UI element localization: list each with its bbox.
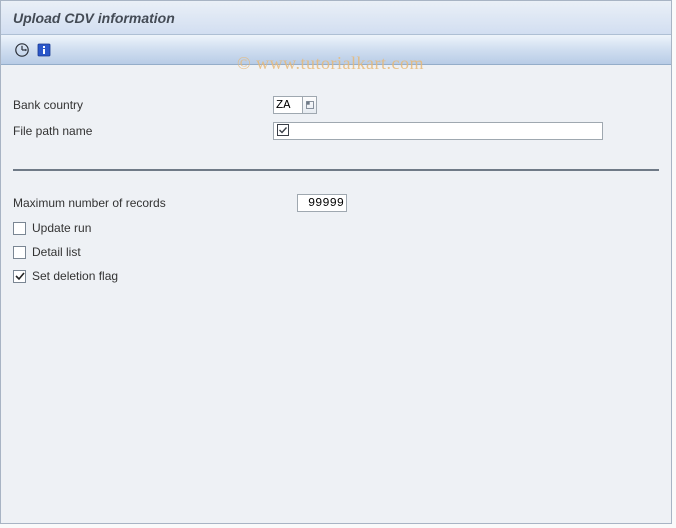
label-file-path: File path name <box>13 124 273 138</box>
input-file-path[interactable] <box>273 122 603 140</box>
row-set-deletion-flag: Set deletion flag <box>13 265 659 287</box>
info-icon <box>36 42 52 58</box>
execute-button[interactable] <box>13 41 31 59</box>
row-file-path: File path name <box>13 119 659 143</box>
label-max-records: Maximum number of records <box>13 196 273 210</box>
info-button[interactable] <box>35 41 53 59</box>
page-title: Upload CDV information <box>13 10 175 26</box>
label-bank-country: Bank country <box>13 98 273 112</box>
label-update-run: Update run <box>32 221 91 235</box>
row-max-records: Maximum number of records <box>13 191 659 215</box>
section-file: Bank country File path name <box>13 93 659 143</box>
row-bank-country: Bank country <box>13 93 659 117</box>
row-detail-list: Detail list <box>13 241 659 263</box>
bank-country-valuehelp[interactable] <box>303 96 317 114</box>
form-content: Bank country File path name <box>1 65 671 523</box>
execute-icon <box>14 42 30 58</box>
label-detail-list: Detail list <box>32 245 81 259</box>
section-divider <box>13 169 659 171</box>
input-max-records[interactable] <box>297 194 347 212</box>
toolbar <box>1 35 671 65</box>
checkbox-set-deletion-flag[interactable] <box>13 270 26 283</box>
checkbox-detail-list[interactable] <box>13 246 26 259</box>
app-window: Upload CDV information Bank country <box>0 0 672 524</box>
label-set-deletion-flag: Set deletion flag <box>32 269 118 283</box>
input-bank-country[interactable] <box>273 96 303 114</box>
section-options: Maximum number of records Update run Det… <box>13 191 659 287</box>
row-update-run: Update run <box>13 217 659 239</box>
valuehelp-icon <box>306 101 314 109</box>
checkbox-update-run[interactable] <box>13 222 26 235</box>
title-bar: Upload CDV information <box>1 1 671 35</box>
